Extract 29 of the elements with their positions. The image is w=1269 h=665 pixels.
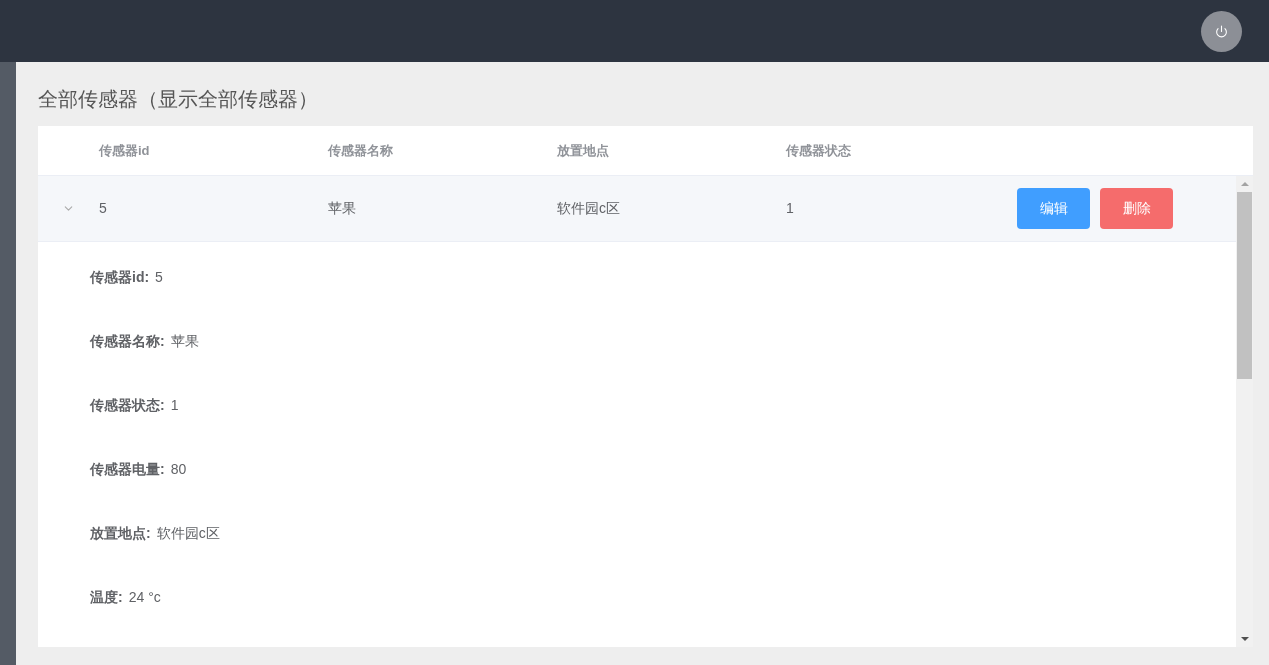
column-header: 传感器名称 [328,142,393,158]
detail-label: 传感器状态: [90,397,165,413]
column-header: 传感器状态 [786,142,851,158]
delete-button[interactable]: 删除 [1100,188,1173,229]
edit-button[interactable]: 编辑 [1017,188,1090,229]
scroll-down-icon[interactable] [1240,637,1249,641]
detail-value: 5 [155,269,163,285]
table-cell: 5 [99,200,107,216]
page-title: 全部传感器（显示全部传感器） [38,87,319,112]
detail-value: 1 [170,397,179,413]
power-icon [1215,24,1228,38]
detail-label: 传感器id: [90,269,150,285]
table-cell: 软件园c区 [557,200,620,216]
detail-label: 温度: [90,589,123,605]
column-header: 放置地点 [557,142,609,158]
detail-value: 苹果 [170,333,199,349]
table-row[interactable]: 5 苹果 软件园c区 1 编辑 删除 [38,176,1236,242]
column-header: 传感器id [99,142,150,158]
detail-value: 软件园c区 [156,525,220,541]
detail-value: 80 [170,461,187,477]
detail-label: 传感器名称: [90,333,165,349]
detail-value: 24 °c [128,589,161,605]
table-cell: 1 [786,200,794,216]
table-cell: 苹果 [328,200,356,216]
scrollbar-thumb[interactable] [1237,192,1252,379]
detail-label: 放置地点: [90,525,151,541]
power-button[interactable] [1201,10,1242,52]
detail-label: 传感器电量: [90,461,165,477]
scroll-up-icon[interactable] [1240,182,1249,186]
